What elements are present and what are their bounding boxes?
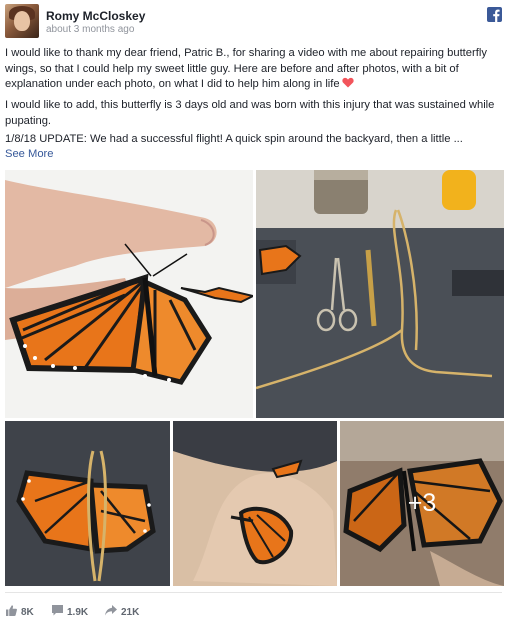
avatar[interactable] [5,4,39,38]
footer-divider [5,592,502,593]
post-timestamp[interactable]: about 3 months ago [46,24,134,35]
facebook-logo-icon[interactable] [487,7,502,22]
post-paragraph-3: 1/8/18 UPDATE: We had a successful fligh… [5,133,463,145]
photo-1-hand-holding-butterfly[interactable] [5,170,253,418]
share-icon [105,605,117,619]
see-more-link[interactable]: See More [5,148,54,160]
author-name[interactable]: Romy McCloskey [46,9,145,23]
facebook-post: Romy McCloskey about 3 months ago I woul… [0,0,507,623]
like-icon [6,605,17,619]
likes-value: 8K [21,606,34,618]
photo-4-wing-pieces-on-palm[interactable] [173,421,337,586]
comment-icon [52,605,63,619]
shares-value: 21K [121,606,140,618]
heart-icon [342,77,354,94]
photo-5-repaired-butterfly[interactable]: +3 [340,421,504,586]
photo-2-tools-on-towel[interactable] [256,170,504,418]
post-paragraph-2: I would like to add, this butterfly is 3… [5,99,495,127]
post-paragraph-1: I would like to thank my dear friend, Pa… [5,46,502,94]
photo-3-wing-with-wire[interactable] [5,421,170,586]
more-photos-count[interactable]: +3 [340,421,504,586]
comments-count[interactable]: 1.9K [52,605,88,619]
comments-value: 1.9K [67,606,89,618]
shares-count[interactable]: 21K [105,605,139,619]
likes-count[interactable]: 8K [6,605,34,619]
